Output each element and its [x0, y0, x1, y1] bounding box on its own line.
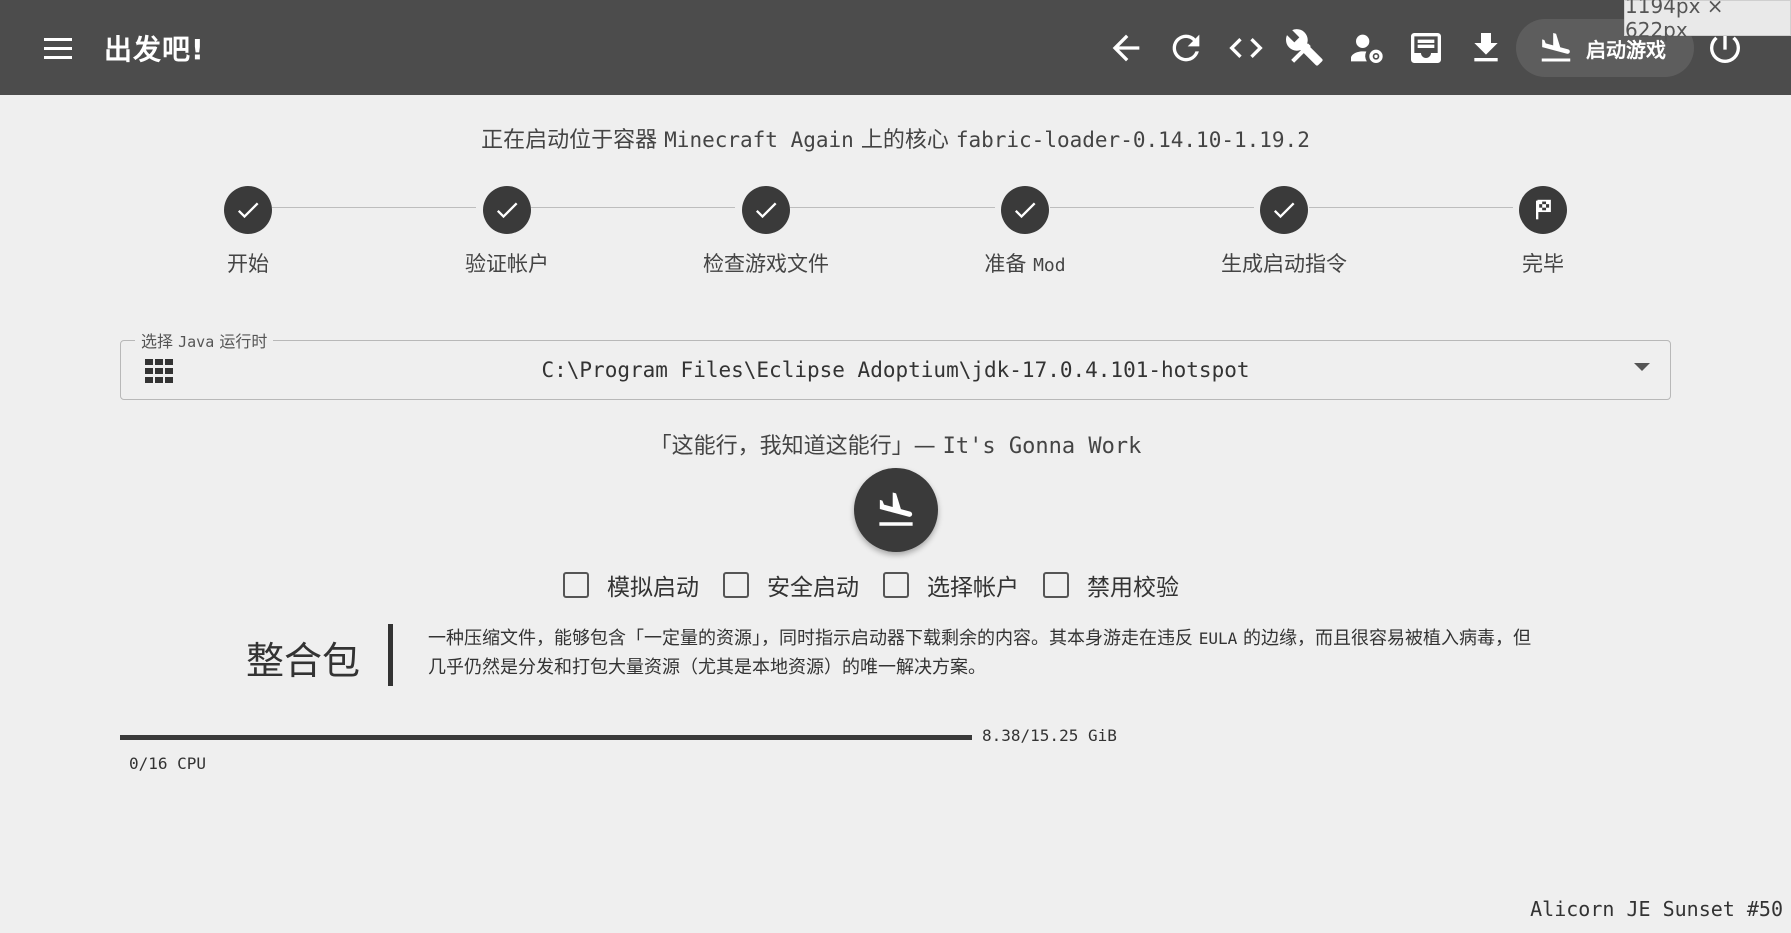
java-runtime-select[interactable]: 选择 Java 运行时 C:\Program Files\Eclipse Ado…: [120, 328, 1671, 400]
code-icon[interactable]: [1226, 28, 1266, 68]
launch-stepper: 开始 验证帐户 检查游戏文件 准备 Mod 生成启动指令 完毕: [0, 186, 1791, 296]
checkbox-box[interactable]: [563, 572, 589, 598]
step-label: 准备 Mod: [925, 248, 1125, 278]
tagline-en: It's Gonna Work: [942, 434, 1142, 459]
reload-icon[interactable]: [1166, 28, 1206, 68]
app-bar: 出发吧! 启动游戏: [0, 0, 1791, 95]
memory-usage-label: 8.38/15.25 GiB: [982, 726, 1117, 745]
menu-icon[interactable]: [44, 28, 84, 68]
version-label: Alicorn JE Sunset #50: [1530, 897, 1783, 921]
checkbox-safe-launch[interactable]: 安全启动: [723, 568, 859, 602]
core-name: fabric-loader-0.14.10-1.19.2: [955, 128, 1310, 152]
download-icon[interactable]: [1466, 28, 1506, 68]
legend-java: Java: [178, 333, 215, 351]
check-icon: [742, 186, 790, 234]
check-icon: [483, 186, 531, 234]
step-finish: 完毕: [1443, 186, 1643, 278]
tagline: 「这能行，我知道这能行」— It's Gonna Work: [0, 428, 1791, 460]
window-size-badge: 1194px × 622px: [1624, 0, 1791, 42]
account-settings-icon[interactable]: [1346, 28, 1386, 68]
checkbox-label: 选择帐户: [927, 575, 1019, 601]
dropdown-arrow-icon[interactable]: [1634, 363, 1650, 371]
tip-divider: [388, 624, 393, 686]
checkbox-label: 禁用校验: [1087, 575, 1179, 601]
step-label: 完毕: [1522, 252, 1564, 276]
checkbox-box[interactable]: [1043, 572, 1069, 598]
tip-panel: 整合包 一种压缩文件，能够包含「一定量的资源」，同时指示启动器下载剩余的内容。其…: [246, 620, 1546, 690]
checkbox-disable-verify[interactable]: 禁用校验: [1043, 568, 1179, 602]
flag-checkered-icon: [1519, 186, 1567, 234]
page-title: 出发吧!: [104, 33, 205, 66]
step-prepare-mod: 准备 Mod: [925, 186, 1125, 278]
tip-text-a: 一种压缩文件，能够包含「一定量的资源」，同时指示启动器下载剩余的内容。其本身游走…: [428, 628, 1193, 649]
step-generate-command: 生成启动指令: [1184, 186, 1384, 278]
checkbox-label: 安全启动: [767, 575, 859, 601]
tools-icon[interactable]: [1285, 28, 1326, 68]
launch-status-title: 正在启动位于容器 Minecraft Again 上的核心 fabric-loa…: [0, 122, 1791, 154]
step-label-mod: Mod: [1033, 255, 1066, 276]
step-label-cn: 准备: [984, 252, 1027, 276]
launch-prefix: 正在启动位于容器: [481, 128, 658, 153]
container-name: Minecraft Again: [664, 128, 854, 152]
step-label: 生成启动指令: [1221, 252, 1347, 276]
checkbox-select-account[interactable]: 选择帐户: [883, 568, 1019, 602]
checkbox-box[interactable]: [883, 572, 909, 598]
step-start: 开始: [148, 186, 348, 278]
legend-text: 选择: [141, 332, 174, 351]
check-icon: [1260, 186, 1308, 234]
check-icon: [1001, 186, 1049, 234]
launch-options: 模拟启动 安全启动 选择帐户 禁用校验: [563, 568, 1203, 602]
step-label: 检查游戏文件: [703, 252, 829, 276]
tagline-cn: 「这能行，我知道这能行」—: [649, 434, 936, 459]
tip-text: 一种压缩文件，能够包含「一定量的资源」，同时指示启动器下载剩余的内容。其本身游走…: [428, 624, 1548, 682]
checkbox-box[interactable]: [723, 572, 749, 598]
flight-land-icon: [879, 492, 913, 526]
back-icon[interactable]: [1106, 28, 1146, 68]
java-runtime-legend: 选择 Java 运行时: [135, 328, 274, 352]
inbox-icon[interactable]: [1406, 28, 1446, 68]
check-icon: [224, 186, 272, 234]
launch-fab-button[interactable]: [854, 468, 938, 552]
launch-middle: 上的核心: [860, 128, 949, 153]
flight-land-icon: [1541, 33, 1571, 62]
checkbox-simulate-launch[interactable]: 模拟启动: [563, 568, 699, 602]
cpu-usage-label: 0/16 CPU: [129, 754, 207, 773]
legend-text: 运行时: [219, 332, 268, 351]
tip-title: 整合包: [246, 639, 361, 683]
step-label: 开始: [227, 252, 269, 276]
step-verify-account: 验证帐户: [407, 186, 607, 278]
step-check-files: 检查游戏文件: [666, 186, 866, 278]
checkbox-label: 模拟启动: [607, 575, 699, 601]
memory-usage-bar: [120, 735, 972, 740]
java-runtime-value: C:\Program Files\Eclipse Adoptium\jdk-17…: [541, 358, 1250, 382]
step-label: 验证帐户: [465, 252, 549, 276]
tip-text-eula: EULA: [1198, 629, 1238, 648]
